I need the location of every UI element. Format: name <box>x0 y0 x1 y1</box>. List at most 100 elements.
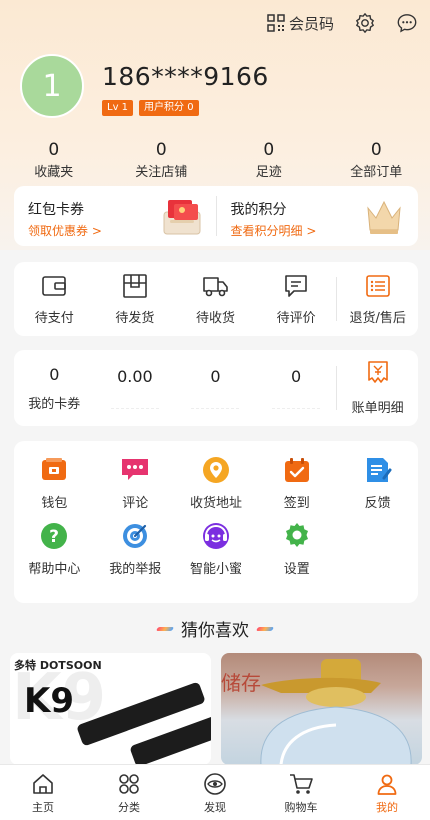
stat-favorites[interactable]: 0 收藏夹 <box>0 140 108 180</box>
bill-label: 账单明细 <box>351 401 404 416</box>
bill-icon-wrap <box>367 360 389 389</box>
bill-icon <box>367 361 388 383</box>
stat-label: 收藏夹 <box>34 165 74 180</box>
order-pending-review[interactable]: 待评价 <box>256 272 337 326</box>
help-icon: ? <box>41 523 68 549</box>
feedback-icon <box>366 458 392 482</box>
crown-icon <box>367 200 401 234</box>
product-card[interactable]: K9 多特 DOTSOON K9 <box>10 653 211 765</box>
stat-followed-stores[interactable]: 0 关注店铺 <box>108 140 216 180</box>
avatar[interactable]: 1 <box>20 54 84 118</box>
location-icon <box>202 457 229 483</box>
user-icon <box>377 774 397 795</box>
category-icon <box>119 773 139 794</box>
product-brand: 多特 DOTSOON <box>14 659 102 672</box>
level-badge: Lv 1 <box>102 100 134 116</box>
order-label: 待支付 <box>34 311 74 326</box>
bill-details[interactable]: 账单明细 <box>337 360 418 416</box>
service-label: 评论 <box>122 496 149 511</box>
product-card[interactable]: 储存 <box>221 653 422 765</box>
calendar-icon <box>284 458 309 482</box>
tab-home[interactable]: 主页 <box>0 765 86 820</box>
balance-value: 0.00 <box>117 367 153 386</box>
stat-value: 0 <box>370 140 382 160</box>
order-pending-payment[interactable]: 待支付 <box>14 272 95 326</box>
service-my-reports[interactable]: 我的举报 <box>95 521 176 577</box>
asset-label-placeholder <box>272 395 321 409</box>
service-check-in[interactable]: 签到 <box>256 455 337 511</box>
stat-value: 0 <box>155 140 167 160</box>
member-code-button[interactable]: 会员码 <box>267 13 334 34</box>
messages-button[interactable] <box>396 12 418 34</box>
order-pending-shipment[interactable]: 待发货 <box>95 272 176 326</box>
stat-label: 足迹 <box>255 165 282 180</box>
wallet-icon <box>42 458 67 480</box>
service-label: 收货地址 <box>189 496 242 511</box>
red-envelope-icon <box>163 200 200 235</box>
stat-label: 关注店铺 <box>135 165 188 180</box>
asset-label-placeholder <box>191 395 240 409</box>
service-comments[interactable]: 评论 <box>95 455 176 511</box>
my-coupons[interactable]: 0 我的卡券 <box>14 365 95 412</box>
eye-icon <box>204 772 226 795</box>
settings-button[interactable] <box>354 12 376 34</box>
tab-label: 购物车 <box>284 800 318 814</box>
order-label: 待发货 <box>115 311 155 326</box>
member-code-label: 会员码 <box>288 14 334 33</box>
asset-label-placeholder <box>110 395 159 409</box>
points-badge[interactable]: 用户积分 0 <box>139 100 199 116</box>
stat-value: 0 <box>263 140 275 160</box>
cart-icon <box>290 773 313 794</box>
tab-discover[interactable]: 发现 <box>172 765 258 820</box>
stat-label: 全部订单 <box>350 165 403 180</box>
decorative-slash-icon <box>155 626 175 631</box>
home-icon <box>33 773 53 794</box>
service-label: 反馈 <box>364 496 391 511</box>
promo-card: 红包卡券 领取优惠券 > 我的积分 查看积分明细 > <box>14 186 418 246</box>
bottom-tab-bar: 主页 分类 发现 购物车 我的 <box>0 764 430 820</box>
decorative-slash-icon <box>255 626 275 631</box>
svg-text:?: ? <box>49 527 59 547</box>
service-address[interactable]: 收货地址 <box>176 455 257 511</box>
asset-item[interactable]: 0 <box>256 367 337 409</box>
tab-me[interactable]: 我的 <box>344 765 430 820</box>
order-label: 退货/售后 <box>349 311 406 326</box>
recommend-title: 猜你喜欢 <box>181 621 249 641</box>
tab-label: 主页 <box>32 800 54 814</box>
order-pending-receipt[interactable]: 待收货 <box>175 272 256 326</box>
service-smart-assistant[interactable]: 智能小蜜 <box>176 521 257 577</box>
tab-category[interactable]: 分类 <box>86 765 172 820</box>
service-label: 签到 <box>283 496 310 511</box>
top-bar: 会员码 <box>267 12 418 34</box>
recommend-products: K9 多特 DOTSOON K9 储存 <box>10 653 422 765</box>
service-settings[interactable]: 设置 <box>256 521 337 577</box>
service-label: 智能小蜜 <box>189 562 242 577</box>
tab-label: 发现 <box>204 800 226 814</box>
service-help-center[interactable]: ? 帮助中心 <box>14 521 95 577</box>
services-card: 钱包 评论 收货地址 签到 反馈 ? 帮助中心 我的举报 智能小蜜 设置 <box>14 441 418 603</box>
tab-cart[interactable]: 购物车 <box>258 765 344 820</box>
stat-footprints[interactable]: 0 足迹 <box>215 140 323 180</box>
asset-balance[interactable]: 0.00 <box>95 367 176 409</box>
target-icon <box>123 524 148 548</box>
list-icon <box>365 275 390 297</box>
coupon-count: 0 <box>49 364 60 384</box>
asset-item[interactable]: 0 <box>175 367 256 409</box>
points-entry[interactable]: 我的积分 查看积分明细 > <box>217 186 419 246</box>
coupon-entry[interactable]: 红包卡券 领取优惠券 > <box>14 186 216 246</box>
stat-all-orders[interactable]: 0 全部订单 <box>323 140 430 180</box>
user-badges: Lv 1 用户积分 0 <box>102 100 199 116</box>
service-feedback[interactable]: 反馈 <box>337 455 418 511</box>
chat-bubble-icon <box>397 14 417 33</box>
service-wallet[interactable]: 钱包 <box>14 455 95 511</box>
comment-icon <box>285 275 307 297</box>
assets-card: 0 我的卡券 0.00 0 0 账单明细 <box>14 350 418 426</box>
product-model: K9 <box>24 681 75 721</box>
gear-icon <box>285 523 308 547</box>
coupon-label: 我的卡券 <box>28 396 81 412</box>
order-label: 待收货 <box>195 311 235 326</box>
service-label: 钱包 <box>41 496 68 511</box>
service-label: 帮助中心 <box>28 562 81 577</box>
gear-icon <box>356 13 374 33</box>
order-returns[interactable]: 退货/售后 <box>337 272 418 326</box>
